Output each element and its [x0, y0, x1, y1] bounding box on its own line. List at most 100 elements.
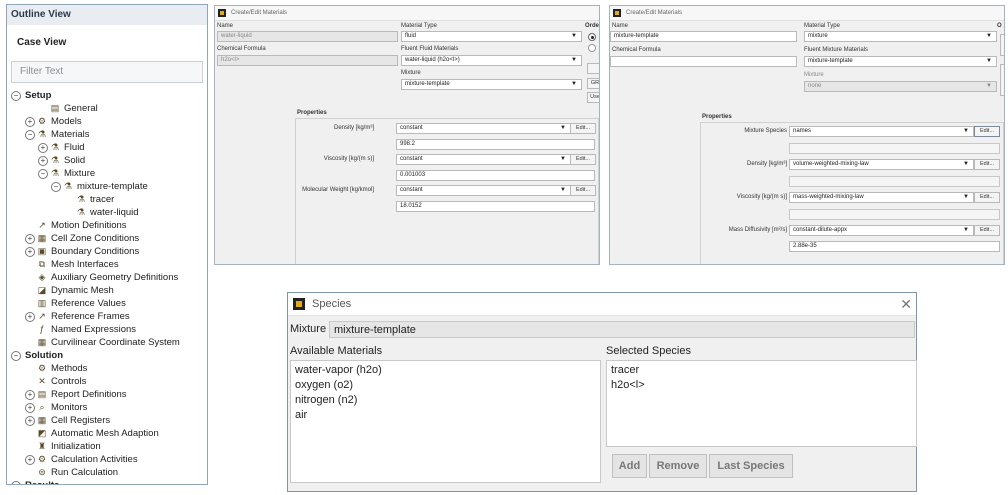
available-material-item[interactable]: oxygen (o2): [291, 378, 600, 393]
viscosity-method-dropdown[interactable]: constant ▼: [396, 154, 571, 165]
tree-item[interactable]: ⊜ Run Calculation: [7, 466, 207, 479]
tree-item[interactable]: − ⚗ mixture-template: [7, 180, 207, 193]
collapse-icon[interactable]: −: [11, 91, 21, 101]
fluent-fluid-materials-dropdown[interactable]: water-liquid (h2o<l>) ▼: [401, 55, 582, 66]
tree-item[interactable]: ◩ Automatic Mesh Adaption: [7, 427, 207, 440]
tree-item[interactable]: ♜ Initialization: [7, 440, 207, 453]
collapse-icon[interactable]: −: [51, 182, 61, 192]
mass-diffusivity-value-input[interactable]: 2.88e-35: [789, 241, 1000, 252]
tree-item-label: Curvilinear Coordinate System: [51, 337, 180, 348]
mixture-dropdown[interactable]: none ▼: [804, 81, 997, 92]
tree-item[interactable]: + ▦ Cell Registers: [7, 414, 207, 427]
density-edit-button[interactable]: Edit...: [974, 159, 1000, 170]
use-button[interactable]: Use: [587, 92, 599, 103]
expand-icon[interactable]: +: [25, 234, 35, 244]
properties-panel: Mixture Species names ▼ Edit... Density […: [700, 122, 1004, 264]
selected-species-item[interactable]: tracer: [607, 363, 916, 378]
side-button[interactable]: [1000, 64, 1004, 96]
tree-item[interactable]: ◪ Dynamic Mesh: [7, 284, 207, 297]
tree-item[interactable]: ƒ Named Expressions: [7, 323, 207, 336]
tree-item[interactable]: ▤ General: [7, 102, 207, 115]
molecular-weight-edit-button[interactable]: Edit...: [570, 185, 596, 196]
expand-icon[interactable]: +: [25, 247, 35, 257]
tree-item[interactable]: ⧉ Mesh Interfaces: [7, 258, 207, 271]
density-method-dropdown[interactable]: volume-weighted-mixing-law ▼: [789, 159, 974, 170]
available-material-item[interactable]: water-vapor (h2o): [291, 363, 600, 378]
tree-item[interactable]: + ⌕ Monitors: [7, 401, 207, 414]
tree-item[interactable]: − Solution: [7, 349, 207, 362]
remove-button[interactable]: Remove: [649, 454, 707, 478]
expand-icon[interactable]: +: [25, 455, 35, 465]
density-value-input[interactable]: 998.2: [396, 139, 595, 150]
viscosity-edit-button[interactable]: Edit...: [974, 192, 1000, 203]
mass-diffusivity-method-dropdown[interactable]: constant-dilute-appx ▼: [789, 225, 974, 236]
name-input[interactable]: water-liquid: [217, 31, 398, 42]
tree-item[interactable]: − Results: [7, 479, 207, 484]
collapse-icon[interactable]: −: [11, 351, 21, 361]
order-radio[interactable]: [588, 44, 596, 52]
viscosity-value-input[interactable]: 0.001003: [396, 170, 595, 181]
available-material-item[interactable]: nitrogen (n2): [291, 393, 600, 408]
tree-item[interactable]: ⚗ tracer: [7, 193, 207, 206]
chemical-formula-input[interactable]: h2o<l>: [217, 55, 398, 66]
tree-item[interactable]: ▥ Reference Values: [7, 297, 207, 310]
available-materials-list[interactable]: water-vapor (h2o) oxygen (o2) nitrogen (n2…: [290, 360, 601, 483]
tree-item[interactable]: − Setup: [7, 89, 207, 102]
tree-item[interactable]: − ⚗ Materials: [7, 128, 207, 141]
tree-item[interactable]: + ▣ Boundary Conditions: [7, 245, 207, 258]
molecular-weight-method-dropdown[interactable]: constant ▼: [396, 185, 571, 196]
tree-item[interactable]: − ⚗ Mixture: [7, 167, 207, 180]
tree-item[interactable]: + ▦ Cell Zone Conditions: [7, 232, 207, 245]
expand-icon[interactable]: +: [38, 143, 48, 153]
density-edit-button[interactable]: Edit...: [570, 123, 596, 134]
viscosity-label: Viscosity [kg/(m s)]: [736, 194, 787, 200]
collapse-icon[interactable]: −: [38, 169, 48, 179]
name-input[interactable]: mixture-template: [610, 31, 797, 42]
tree-item[interactable]: + ⚙ Calculation Activities: [7, 453, 207, 466]
side-button[interactable]: [1000, 34, 1004, 56]
chemical-formula-input[interactable]: [610, 56, 797, 67]
mass-diffusivity-edit-button[interactable]: Edit...: [974, 225, 1000, 236]
collapse-icon[interactable]: −: [25, 130, 35, 140]
order-radio-selected[interactable]: [588, 33, 596, 41]
tree-item[interactable]: + ⚗ Fluid: [7, 141, 207, 154]
collapse-icon[interactable]: −: [11, 481, 21, 484]
density-method-dropdown[interactable]: constant ▼: [396, 123, 571, 134]
tree-item[interactable]: + ↗ Reference Frames: [7, 310, 207, 323]
expand-icon[interactable]: +: [25, 117, 35, 127]
available-material-item[interactable]: air: [291, 408, 600, 423]
filter-text-input[interactable]: Filter Text: [11, 61, 203, 83]
expand-icon[interactable]: +: [25, 312, 35, 322]
side-button[interactable]: [587, 63, 599, 74]
mixture-dropdown[interactable]: mixture-template ▼: [401, 79, 582, 90]
expand-icon[interactable]: +: [38, 156, 48, 166]
mixture-species-dropdown[interactable]: names ▼: [789, 126, 974, 137]
tree-item[interactable]: + ⚙ Models: [7, 115, 207, 128]
tree-item[interactable]: ◈ Auxiliary Geometry Definitions: [7, 271, 207, 284]
molecular-weight-value-input[interactable]: 18.0152: [396, 201, 595, 212]
close-icon[interactable]: ✕: [900, 293, 912, 315]
tree-item[interactable]: ⚗ water-liquid: [7, 206, 207, 219]
tree-item[interactable]: + ⚗ Solid: [7, 154, 207, 167]
material-type-dropdown[interactable]: fluid ▼: [401, 31, 582, 42]
tree-item[interactable]: ↗ Motion Definitions: [7, 219, 207, 232]
tree-item-label: Models: [51, 116, 82, 127]
tree-item[interactable]: ⚙ Methods: [7, 362, 207, 375]
add-button[interactable]: Add: [612, 454, 647, 478]
viscosity-edit-button[interactable]: Edit...: [570, 154, 596, 165]
selected-species-list[interactable]: tracer h2o<l>: [606, 360, 917, 447]
last-species-button[interactable]: Last Species: [709, 454, 793, 478]
fluent-mixture-materials-dropdown[interactable]: mixture-template ▼: [804, 56, 997, 67]
expand-icon[interactable]: +: [25, 390, 35, 400]
tree-item[interactable]: ✕ Controls: [7, 375, 207, 388]
mixture-species-edit-button[interactable]: Edit...: [974, 126, 1000, 137]
expand-icon[interactable]: +: [25, 403, 35, 413]
selected-species-item[interactable]: h2o<l>: [607, 378, 916, 393]
tree-item[interactable]: ▦ Curvilinear Coordinate System: [7, 336, 207, 349]
viscosity-method-dropdown[interactable]: mass-weighted-mixing-law ▼: [789, 192, 974, 203]
tree-item[interactable]: + ▤ Report Definitions: [7, 388, 207, 401]
gr-button[interactable]: GR: [587, 78, 599, 89]
expand-icon[interactable]: +: [25, 416, 35, 426]
mass-diffusivity-label: Mass Diffusivity [m²/s]: [728, 227, 787, 233]
material-type-dropdown[interactable]: mixture ▼: [804, 31, 997, 42]
